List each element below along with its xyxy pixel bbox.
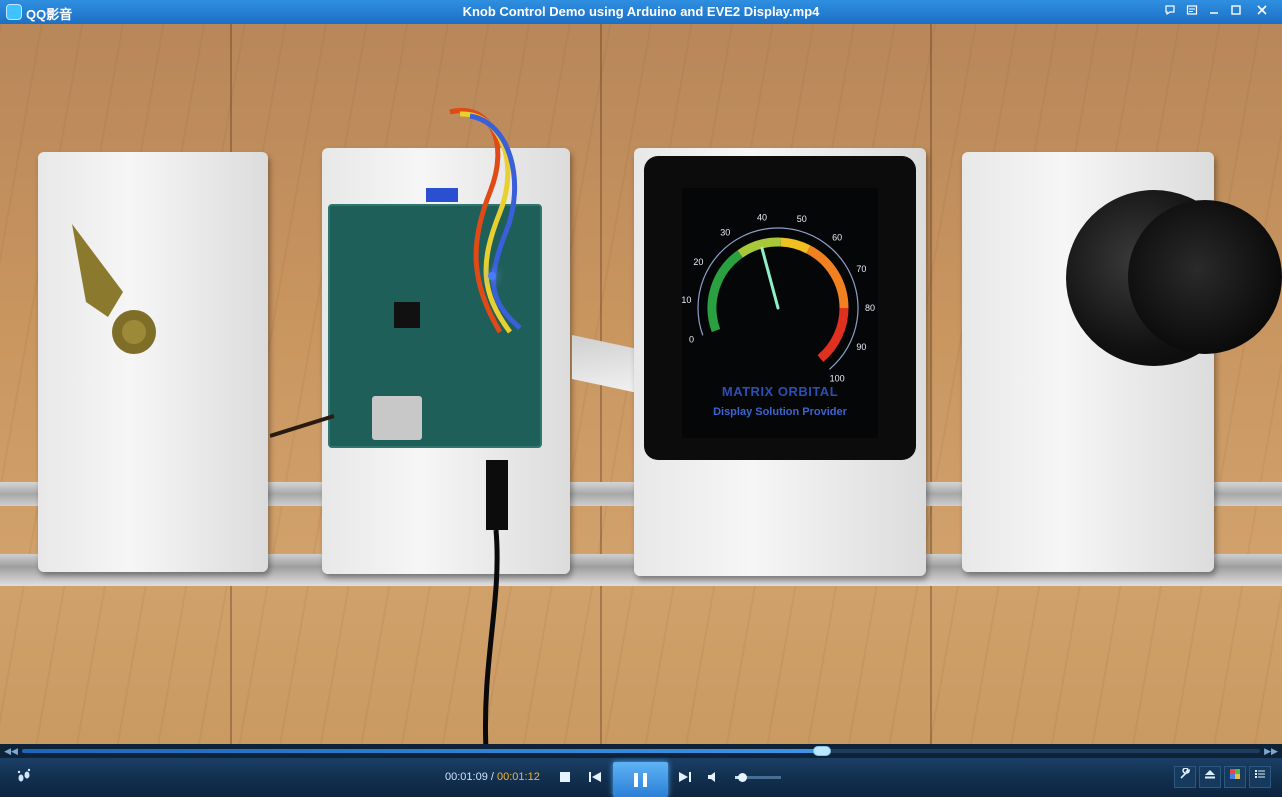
gauge-tick-label: 0 <box>689 334 694 344</box>
close-icon[interactable] <box>1252 2 1272 22</box>
eject-icon <box>1205 770 1215 779</box>
seek-forward-icon[interactable]: ▶▶ <box>1264 744 1278 758</box>
power-cable <box>483 460 508 744</box>
floor-plank-seam <box>930 24 932 744</box>
volume-slider[interactable] <box>735 773 781 782</box>
gauge-needle <box>760 246 780 310</box>
playlist-button[interactable] <box>1249 766 1271 788</box>
pause-button[interactable] <box>613 762 668 797</box>
speaker-icon <box>708 772 715 782</box>
dial-pointer <box>72 224 156 354</box>
gauge-tick-label: 10 <box>682 295 691 305</box>
next-button[interactable] <box>677 770 693 784</box>
footprint-icon[interactable] <box>14 768 34 788</box>
chat-bubble-icon[interactable] <box>1160 2 1180 22</box>
gauge-tick-label: 20 <box>693 257 703 267</box>
gauge-arc <box>780 237 811 254</box>
gauge-tick-label: 50 <box>797 214 807 224</box>
tools-button[interactable] <box>1174 766 1196 788</box>
total-time: 00:01:12 <box>497 771 540 783</box>
seek-back-icon[interactable]: ◀◀ <box>4 744 18 758</box>
app-logo-icon[interactable] <box>6 4 22 20</box>
gauge-arc <box>806 245 849 309</box>
gauge-arc <box>817 307 849 363</box>
status-led <box>488 272 496 280</box>
window-title: Knob Control Demo using Arduino and EVE2… <box>462 4 820 19</box>
jumper-wires <box>449 108 522 334</box>
eve2-display: 0 10 20 30 40 50 60 70 80 90 100 MATRIX ORBITAL Di… <box>681 188 878 438</box>
color-palette-icon <box>1230 769 1240 779</box>
gauge-tick-label: 40 <box>757 212 767 222</box>
speed-gauge: 0 10 20 30 40 50 60 70 80 90 100 <box>681 212 875 383</box>
brand-logo: MATRIX ORBITAL <box>721 384 839 399</box>
maximize-icon[interactable] <box>1226 2 1246 22</box>
previous-button[interactable] <box>587 770 603 784</box>
pointer-stand <box>38 152 268 572</box>
eject-button[interactable] <box>1199 766 1221 788</box>
title-bar: QQ影音 Knob Control Demo using Arduino and… <box>0 0 1282 24</box>
gauge-tick-label: 80 <box>865 303 875 313</box>
seek-thumb[interactable] <box>812 746 831 756</box>
stop-button[interactable] <box>558 770 572 784</box>
sd-card-slot <box>372 396 422 440</box>
chip <box>394 302 420 328</box>
current-time: 00:01:09 <box>445 771 488 783</box>
gauge-tick-label: 70 <box>856 264 866 274</box>
wrench-icon <box>1180 767 1191 779</box>
minimize-icon[interactable] <box>1204 2 1224 22</box>
skip-back-icon <box>589 772 601 782</box>
list-icon <box>1255 770 1265 778</box>
pause-icon <box>634 773 638 787</box>
video-frame[interactable]: 0 10 20 30 40 50 60 70 80 90 100 MATRIX ORBITAL Di… <box>0 24 1282 744</box>
time-separator: / <box>490 771 494 783</box>
time-display: 00:01:09 / 00:01:12 <box>445 771 540 783</box>
volume-thumb[interactable] <box>737 773 747 782</box>
stop-icon <box>560 772 570 782</box>
gauge-tick-label: 100 <box>830 373 845 383</box>
brand-tagline: Display Solution Provider <box>713 406 847 418</box>
pause-icon <box>643 773 647 787</box>
color-button[interactable] <box>1224 766 1246 788</box>
control-bar: 00:01:09 / 00:01:12 <box>0 758 1282 797</box>
seek-bar[interactable]: ◀◀ ▶▶ <box>0 744 1282 758</box>
gauge-arc <box>707 250 743 333</box>
seek-track[interactable] <box>22 746 1260 756</box>
volume-button[interactable] <box>706 770 720 784</box>
seek-progress <box>22 749 822 753</box>
skip-forward-icon <box>679 772 691 782</box>
gauge-tick-label: 60 <box>832 233 842 243</box>
rotary-knob-cap <box>1128 200 1282 354</box>
gauge-tick-label: 30 <box>720 228 730 238</box>
skin-icon[interactable] <box>1182 2 1202 22</box>
side-cable <box>270 414 335 438</box>
app-name[interactable]: QQ影音 <box>26 4 72 23</box>
gauge-tick-label: 90 <box>856 342 866 352</box>
